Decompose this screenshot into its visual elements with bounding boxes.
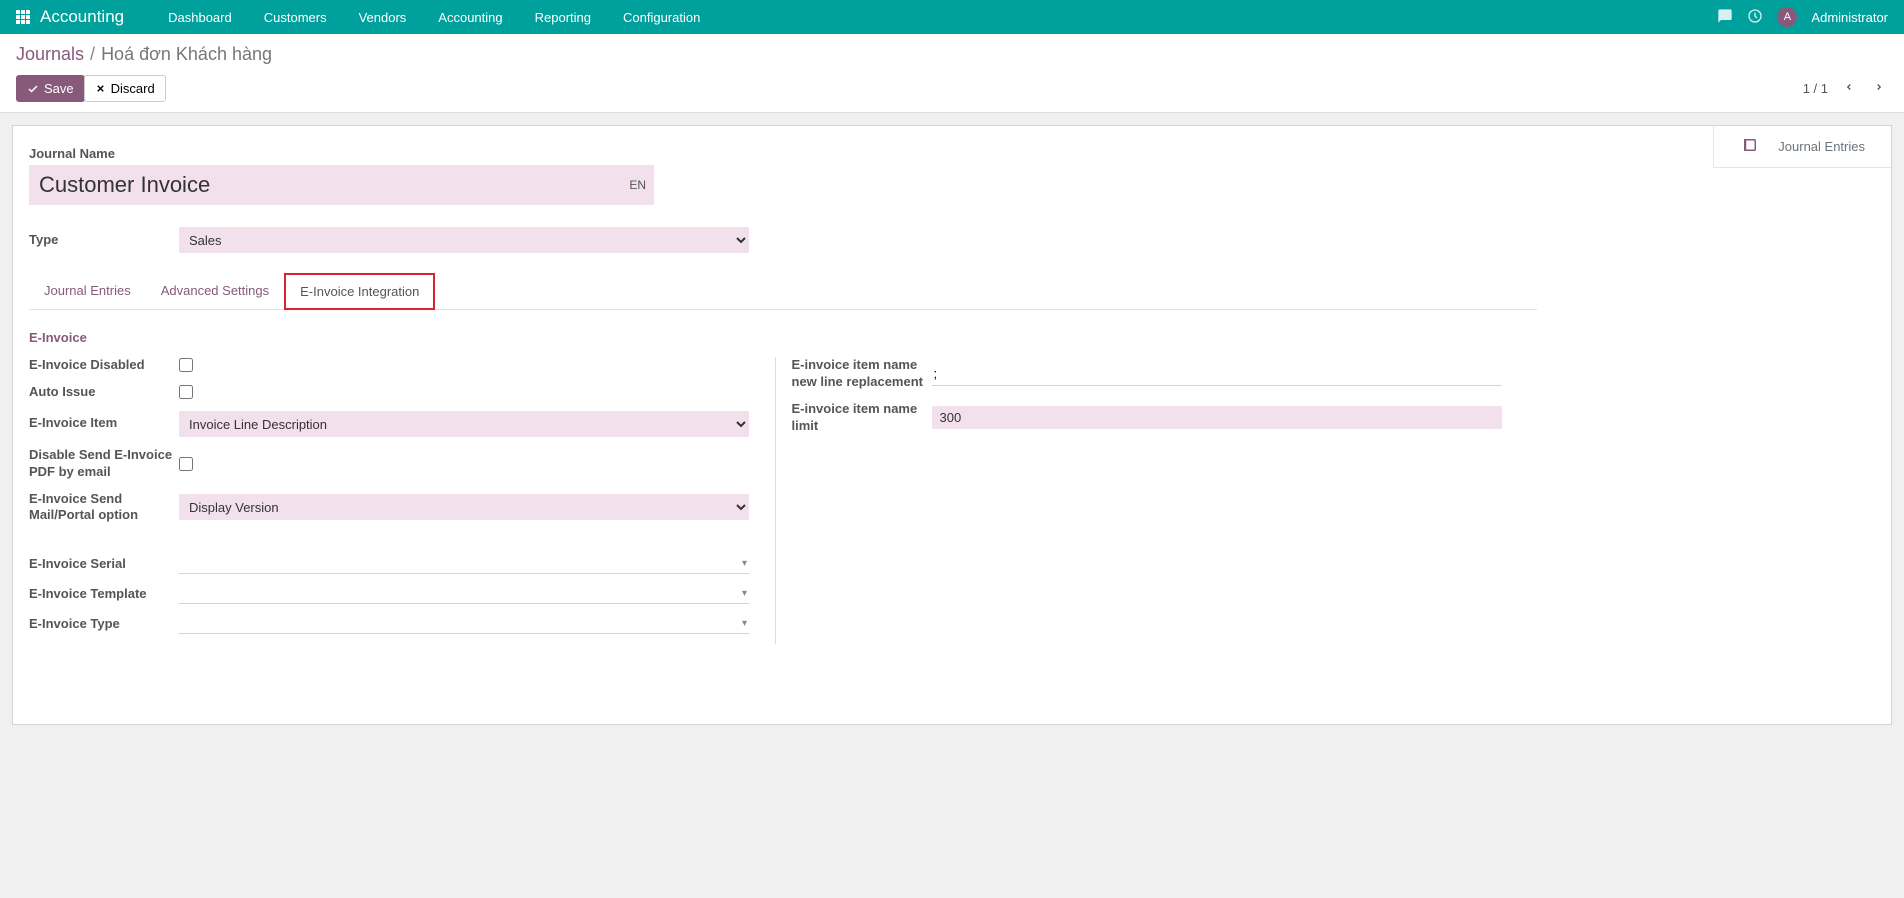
type-label: Type: [29, 232, 179, 249]
limit-label: E-invoice item name limit: [792, 401, 932, 435]
newline-input[interactable]: [932, 362, 1502, 386]
einvoice-template-input[interactable]: ▾: [179, 584, 749, 604]
pager: 1 / 1: [1803, 76, 1888, 101]
journal-name-input[interactable]: [29, 165, 621, 205]
type-select[interactable]: Sales: [179, 227, 749, 253]
tab-einvoice-integration[interactable]: E-Invoice Integration: [284, 273, 435, 310]
einvoice-serial-label: E-Invoice Serial: [29, 556, 179, 573]
chevron-down-icon: ▾: [742, 618, 747, 629]
discard-button[interactable]: Discard: [84, 75, 166, 102]
limit-input[interactable]: [932, 406, 1502, 429]
einvoice-disabled-checkbox[interactable]: [179, 358, 193, 372]
discard-label: Discard: [111, 81, 155, 96]
einvoice-item-select[interactable]: Invoice Line Description: [179, 411, 749, 437]
form-sheet: Journal Entries Journal Name EN Type Sal…: [12, 125, 1892, 725]
app-brand[interactable]: Accounting: [40, 7, 124, 27]
chat-icon[interactable]: [1717, 8, 1733, 27]
auto-issue-label: Auto Issue: [29, 384, 179, 401]
newline-label: E-invoice item name new line replacement: [792, 357, 932, 391]
top-nav: Accounting Dashboard Customers Vendors A…: [0, 0, 1904, 34]
breadcrumb: Journals / Hoá đơn Khách hàng: [16, 44, 1888, 65]
nav-link-reporting[interactable]: Reporting: [519, 0, 607, 34]
lang-tag[interactable]: EN: [621, 165, 654, 205]
nav-link-customers[interactable]: Customers: [248, 0, 343, 34]
save-button[interactable]: Save: [16, 75, 85, 102]
clock-icon[interactable]: [1747, 8, 1763, 27]
book-icon: [1740, 136, 1760, 157]
avatar[interactable]: A: [1777, 7, 1797, 27]
journal-name-label: Journal Name: [29, 146, 1537, 161]
user-menu[interactable]: Administrator: [1811, 10, 1888, 25]
stat-journal-entries[interactable]: Journal Entries: [1714, 126, 1891, 167]
tab-advanced-settings[interactable]: Advanced Settings: [146, 273, 284, 310]
apps-icon[interactable]: [16, 10, 30, 24]
chevron-down-icon: ▾: [742, 588, 747, 599]
breadcrumb-current: Hoá đơn Khách hàng: [101, 44, 272, 65]
einvoice-item-label: E-Invoice Item: [29, 415, 179, 432]
nav-link-accounting[interactable]: Accounting: [422, 0, 518, 34]
control-bar: Journals / Hoá đơn Khách hàng Save Disca…: [0, 34, 1904, 113]
form-tabs: Journal Entries Advanced Settings E-Invo…: [29, 273, 1537, 310]
pager-text: 1 / 1: [1803, 81, 1828, 96]
save-label: Save: [44, 81, 74, 96]
pager-prev[interactable]: [1840, 76, 1858, 101]
einvoice-right-col: E-invoice item name new line replacement…: [775, 357, 1538, 644]
nav-link-configuration[interactable]: Configuration: [607, 0, 716, 34]
einvoice-disabled-label: E-Invoice Disabled: [29, 357, 179, 374]
chevron-down-icon: ▾: [742, 558, 747, 569]
tab-journal-entries[interactable]: Journal Entries: [29, 273, 146, 310]
disable-send-pdf-label: Disable Send E-Invoice PDF by email: [29, 447, 179, 481]
send-option-label: E-Invoice Send Mail/Portal option: [29, 491, 179, 525]
einvoice-template-label: E-Invoice Template: [29, 586, 179, 603]
nav-right: A Administrator: [1717, 7, 1888, 27]
breadcrumb-root[interactable]: Journals: [16, 44, 84, 65]
disable-send-pdf-checkbox[interactable]: [179, 457, 193, 471]
einvoice-type-input[interactable]: ▾: [179, 614, 749, 634]
einvoice-serial-input[interactable]: ▾: [179, 554, 749, 574]
nav-link-vendors[interactable]: Vendors: [343, 0, 423, 34]
auto-issue-checkbox[interactable]: [179, 385, 193, 399]
stat-label: Journal Entries: [1778, 139, 1865, 154]
einvoice-left-col: E-Invoice Disabled Auto Issue E-Invoice …: [29, 357, 775, 644]
send-option-select[interactable]: Display Version: [179, 494, 749, 520]
einvoice-type-label: E-Invoice Type: [29, 616, 179, 633]
breadcrumb-sep: /: [90, 44, 95, 65]
einvoice-section-title: E-Invoice: [29, 330, 1537, 345]
pager-next[interactable]: [1870, 76, 1888, 101]
nav-link-dashboard[interactable]: Dashboard: [152, 0, 248, 34]
nav-links: Dashboard Customers Vendors Accounting R…: [152, 0, 716, 34]
